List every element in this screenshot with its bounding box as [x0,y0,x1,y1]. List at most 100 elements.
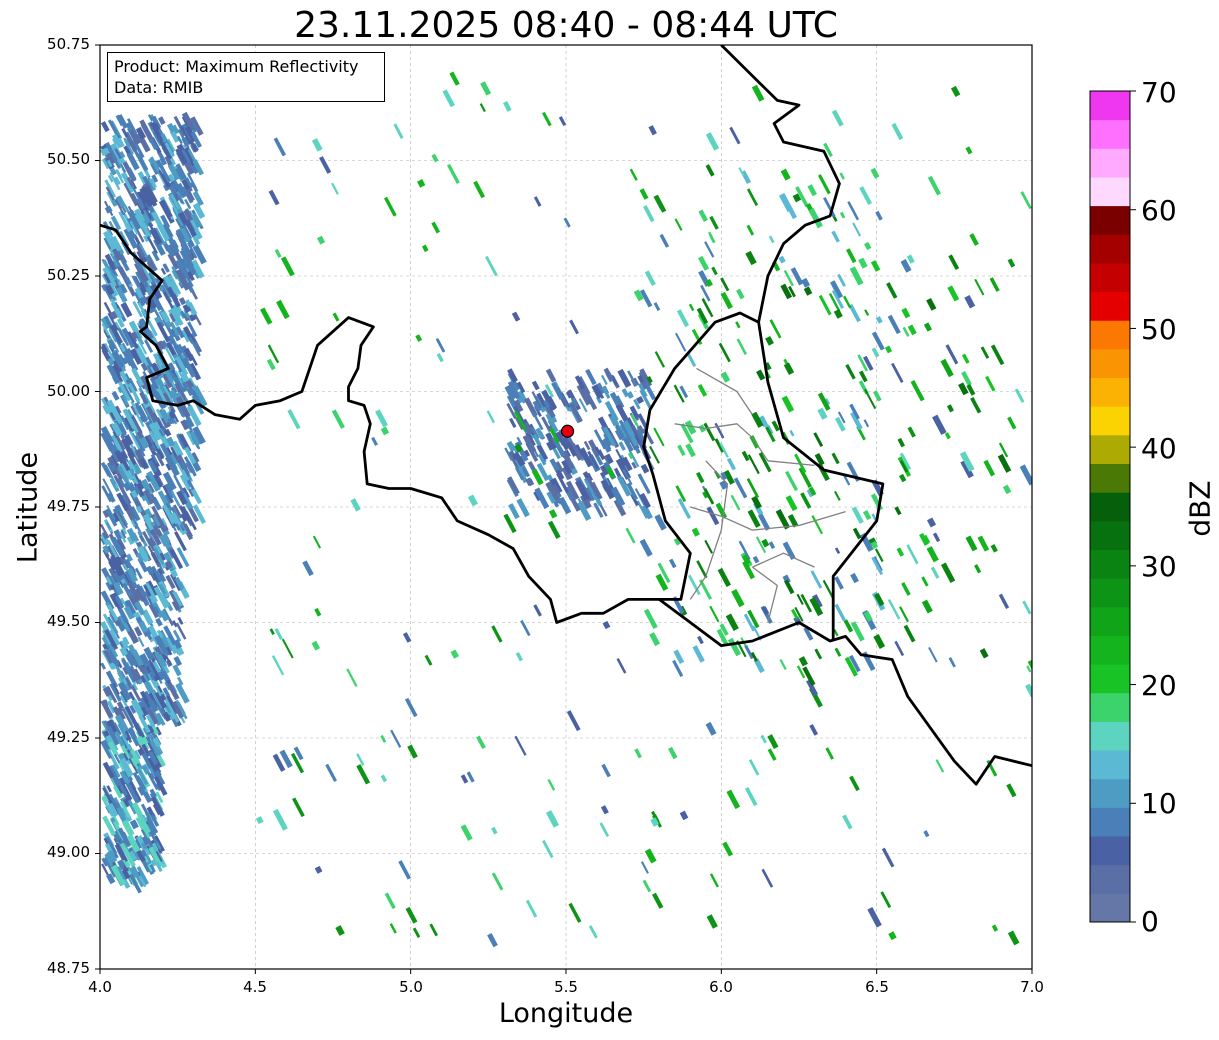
echo-cell [974,564,982,574]
echo-cell [515,652,523,662]
echo-cell [276,299,290,320]
colorbar [1089,90,1136,923]
colorbar-segment [1090,262,1130,293]
echo-cell [871,331,885,351]
colorbar-segment [1090,836,1130,866]
echo-cell [906,254,915,264]
echo-cell [780,168,791,181]
echo-cell [599,822,610,838]
echo-cell [511,311,521,322]
echo-cell [852,222,862,237]
echo-cell [926,298,937,311]
colorbar-segment [1090,463,1130,493]
echo-cell [271,655,285,676]
echo-cell [1020,191,1032,210]
echo-cell [698,255,710,271]
echo-cell [533,604,542,617]
radar-map [95,44,1136,974]
colorbar-tick-label: 10 [1141,787,1177,820]
echo-cell [514,735,527,756]
echo-cell [545,810,560,828]
echo-cell [744,644,754,660]
echo-cell [778,255,786,264]
echo-cell [566,710,581,732]
echo-cell [421,244,429,253]
echo-cell [417,179,426,188]
colorbar-segment [1090,148,1130,178]
colorbar-segment [1090,664,1130,694]
echo-cell [744,786,758,807]
echo-cell [393,123,404,139]
x-tick-label: 5.0 [399,978,423,996]
echo-cell [642,879,652,893]
echo-cell [864,309,870,316]
echo-cell [811,515,824,535]
echo-cell [431,153,439,163]
y-tick-label: 50.00 [47,382,90,400]
echo-cell [491,826,498,835]
colorbar-segment [1090,492,1130,522]
echo-cell [1014,388,1025,403]
echo-cell [274,628,283,640]
echo-cell [639,188,649,200]
echo-cell [460,824,473,841]
x-tick-label: 6.5 [865,978,889,996]
echo-cell [983,459,996,477]
echo-cell [155,617,163,627]
x-tick-label: 7.0 [1020,978,1044,996]
echo-cell [768,235,775,244]
echo-cell [726,457,736,471]
colorbar-segment [1090,893,1130,923]
echo-cell [768,541,776,550]
echo-cell [873,634,886,649]
echo-cell [649,632,661,647]
echo-cell [653,427,665,447]
echo-cell [640,463,650,474]
echo-cell [585,368,597,386]
echo-cell [727,637,742,657]
echo-cell [871,347,880,358]
echo-cell [696,471,705,484]
echo-cell [906,544,919,565]
echo-cell [932,532,941,543]
echo-cell [558,116,567,127]
echo-cell [779,659,787,670]
echo-cell [697,384,708,397]
echo-cell [491,872,504,891]
y-tick-label: 50.25 [47,266,90,284]
echo-cell [752,555,760,564]
echo-cell [700,284,711,302]
echo-cell [729,126,741,145]
echo-cell [371,436,378,446]
echo-cell [648,125,657,136]
reflectivity-echoes [100,71,1032,948]
echo-cell [990,544,998,553]
echo-cell [691,527,701,537]
echo-cell [817,174,831,195]
echo-cell [765,335,774,346]
echo-cell [542,111,552,127]
echo-cell [1006,783,1017,798]
echo-cell [704,241,715,258]
echo-cell [643,608,658,630]
echo-cell [745,250,757,266]
colorbar-segment [1090,234,1130,264]
echo-cell [653,302,661,312]
colorbar-segment [1090,778,1130,808]
echo-cell [703,422,716,442]
x-tick-label: 4.5 [243,978,267,996]
echo-cell [709,215,719,230]
echo-cell [798,656,808,667]
echo-cell [887,599,901,620]
echo-cell [280,256,295,277]
echo-cell [926,517,937,528]
echo-cell [923,830,930,838]
echo-cell [460,774,469,784]
echo-cell [969,233,979,246]
echo-cell [274,248,282,258]
echo-cell [449,71,460,86]
echo-cell [705,132,720,151]
echo-cell [896,547,905,557]
echo-cell [380,426,390,436]
echo-cell [809,724,819,736]
